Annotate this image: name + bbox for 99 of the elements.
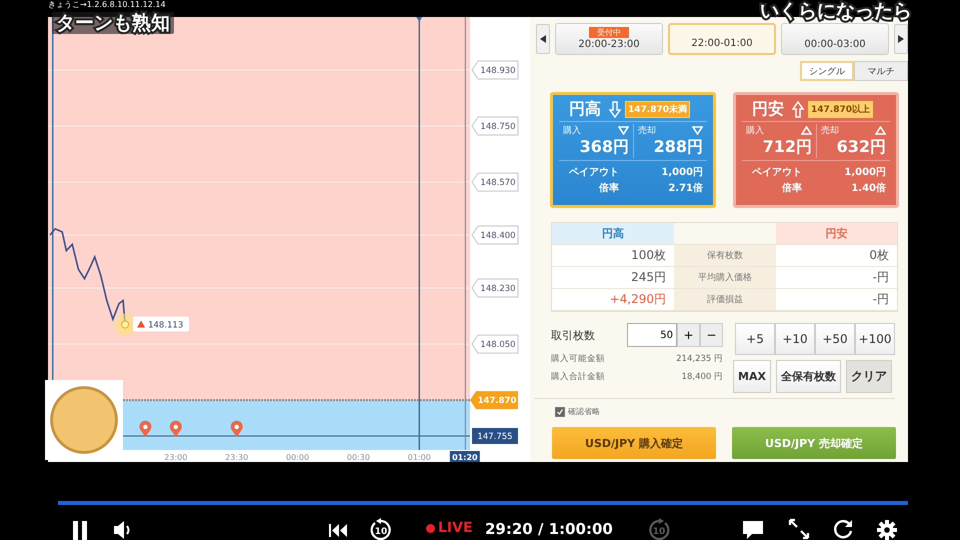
payout-value: 1,000円	[661, 166, 703, 179]
column-header: 円高	[552, 223, 674, 245]
add-quantity-button[interactable]: +100	[855, 323, 895, 355]
table-cell: +4,290円	[552, 289, 674, 311]
rate-value: 2.71倍	[667, 182, 703, 195]
down-triangle-icon	[692, 126, 703, 135]
decrement-button[interactable]: −	[700, 323, 723, 347]
mode-tab[interactable]: シングル	[800, 61, 854, 81]
checkbox[interactable]	[555, 406, 565, 416]
amount-label: 購入可能金額	[551, 353, 605, 365]
row-label: 保有枚数	[674, 245, 776, 267]
table-cell: 0枚	[776, 245, 897, 267]
column-header: 円安	[776, 223, 897, 245]
time-slot-tab[interactable]: 22:00-01:00	[668, 23, 776, 55]
time-axis-label: 23:00	[164, 453, 188, 462]
rate-label: 倍率	[780, 181, 802, 195]
event-marker	[139, 420, 152, 437]
row-label: 平均購入価格	[674, 267, 776, 289]
event-marker	[230, 420, 243, 437]
price-axis-label: 148.400	[471, 226, 518, 245]
event-marker	[170, 420, 182, 437]
live-indicator-icon	[426, 524, 435, 532]
caption-text: いくらになったら	[760, 0, 912, 22]
table-cell: -円	[776, 289, 897, 311]
option-price: 368円	[578, 137, 629, 158]
down-arrow-icon	[609, 100, 621, 118]
price-label: 売却	[821, 124, 839, 137]
amount-value: 18,400 円	[682, 371, 723, 383]
quantity-input[interactable]: 50	[627, 323, 677, 347]
current-time-label: 01:20	[450, 451, 480, 462]
price-label: 購入	[746, 124, 764, 137]
price-axis-label: 148.050	[471, 334, 518, 354]
time-slot-tab[interactable]: 00:00-03:00	[781, 23, 889, 55]
previous-button[interactable]	[536, 24, 550, 54]
pause-icon[interactable]	[70, 518, 90, 540]
payout-label: ペイアウト	[569, 166, 619, 179]
up-arrow-icon	[792, 100, 804, 118]
time-axis-label: 00:00	[286, 453, 310, 462]
option-title: 円安	[752, 98, 784, 120]
video-info-text: きょうこ→1.2.6.8.10.11.12.14	[48, 0, 166, 10]
option-card[interactable]: 円高 147.870未満 購入 368円 売却 288円 ペイアウト 1,000円 倍率 2.71倍	[550, 92, 716, 208]
option-card[interactable]: 円安 147.870以上 購入 712円 売却 632円 ペイアウト 1,000円 倍率 1.40倍	[733, 92, 899, 208]
checkbox-label: 確認省略	[568, 406, 600, 417]
status-badge: 受付中	[589, 27, 629, 38]
threshold-badge: 147.870未満	[625, 100, 690, 118]
caret-left-icon	[540, 35, 546, 43]
strike-price-label: 147.870	[470, 391, 518, 410]
settings-icon[interactable]	[876, 518, 898, 540]
payout-label: ペイアウト	[752, 166, 802, 179]
price-label: 購入	[563, 124, 581, 137]
caret-right-icon	[898, 35, 904, 43]
up-triangle-icon	[875, 126, 886, 135]
add-quantity-button[interactable]: +50	[815, 323, 855, 355]
up-triangle-icon	[801, 126, 812, 135]
option-price: 288円	[652, 137, 703, 158]
slot-time: 20:00-23:00	[578, 39, 640, 50]
quantity-preset-button[interactable]: MAX	[733, 360, 771, 393]
next-button[interactable]	[894, 24, 908, 54]
add-quantity-button[interactable]: +5	[735, 323, 775, 355]
option-price: 712円	[762, 137, 812, 158]
quantity-label: 取引枚数	[551, 328, 596, 342]
price-axis-label: 148.230	[471, 278, 518, 298]
reload-icon[interactable]	[832, 518, 854, 540]
add-quantity-button[interactable]: +10	[775, 323, 815, 355]
option-price: 632円	[836, 137, 886, 158]
price-axis-label: 148.750	[471, 116, 518, 136]
quantity-preset-button[interactable]: 全保有枚数	[776, 360, 841, 393]
down-triangle-icon	[618, 126, 629, 135]
playback-time: 29:20 / 1:00:00	[485, 520, 613, 538]
slot-time: 22:00-01:00	[691, 38, 753, 49]
mode-tab[interactable]: マルチ	[854, 61, 908, 81]
caption-text: ターンも熟知	[52, 12, 174, 34]
rate-label: 倍率	[598, 181, 619, 195]
time-slot-tab[interactable]: 受付中 20:00-23:00	[555, 23, 663, 55]
fullscreen-icon[interactable]	[788, 518, 810, 540]
time-axis-label: 23:30	[225, 453, 248, 462]
clear-button[interactable]: クリア	[846, 360, 892, 393]
point-label: 148.113	[133, 316, 190, 332]
payout-value: 1,000円	[844, 166, 886, 179]
comment-icon[interactable]	[742, 518, 764, 540]
table-cell: 245円	[552, 267, 674, 289]
table-cell: -円	[776, 267, 897, 289]
increment-button[interactable]: +	[677, 323, 700, 347]
table-cell: 100枚	[552, 245, 674, 267]
current-price-label: 147.755	[472, 428, 518, 444]
price-axis-label: 148.570	[471, 172, 518, 192]
price-axis-label: 148.930	[471, 60, 518, 80]
amount-label: 購入合計金額	[551, 371, 605, 383]
slot-time: 00:00-03:00	[804, 39, 866, 50]
time-axis-label: 00:30	[346, 453, 370, 462]
threshold-badge: 147.870以上	[808, 100, 873, 118]
price-label: 売却	[638, 124, 656, 137]
rate-value: 1.40倍	[850, 182, 886, 195]
row-label: 評価損益	[674, 289, 776, 311]
buy-confirm-button[interactable]: USD/JPY 購入確定	[552, 427, 716, 459]
live-label: LIVE	[438, 520, 473, 536]
amount-value: 214,235 円	[676, 353, 723, 365]
time-axis-label: 01:00	[408, 453, 431, 462]
option-title: 円高	[569, 98, 601, 120]
